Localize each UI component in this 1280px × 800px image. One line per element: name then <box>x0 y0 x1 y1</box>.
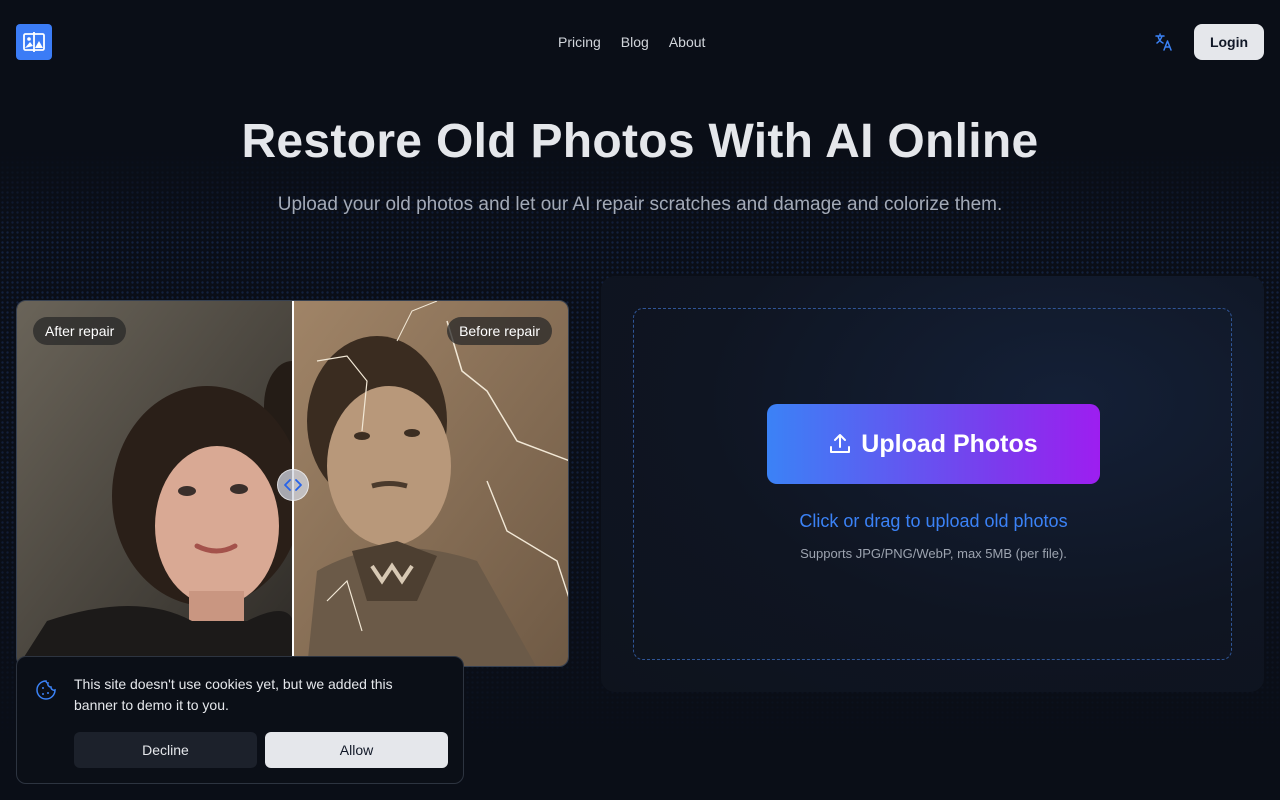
cookie-message: This site doesn't use cookies yet, but w… <box>74 676 393 713</box>
page-title: Restore Old Photos With AI Online <box>241 115 1039 168</box>
cookie-icon <box>36 680 56 700</box>
photo-compare-icon <box>23 32 45 52</box>
logo[interactable] <box>16 24 52 60</box>
translate-icon[interactable] <box>1154 32 1174 52</box>
upload-icon <box>830 434 851 453</box>
main-nav: Pricing Blog About <box>558 32 705 52</box>
upload-dropzone[interactable]: Upload Photos Click or drag to upload ol… <box>633 308 1232 660</box>
nav-about[interactable]: About <box>669 32 706 52</box>
decline-button[interactable]: Decline <box>74 732 257 768</box>
upload-photos-button[interactable]: Upload Photos <box>767 404 1100 484</box>
allow-button[interactable]: Allow <box>265 732 448 768</box>
slider-handle[interactable] <box>277 469 309 501</box>
supported-formats-text: Supports JPG/PNG/WebP, max 5MB (per file… <box>800 546 1067 561</box>
site-header: Pricing Blog About Login <box>0 0 1280 84</box>
after-repair-label: After repair <box>33 317 127 345</box>
upload-panel: Upload Photos Click or drag to upload ol… <box>601 276 1264 692</box>
before-repair-label: Before repair <box>447 317 552 345</box>
nav-pricing[interactable]: Pricing <box>558 32 601 52</box>
chevrons-horizontal-icon <box>284 479 302 491</box>
login-button[interactable]: Login <box>1194 24 1264 60</box>
before-after-slider[interactable]: After repair Before repair <box>16 300 569 667</box>
nav-blog[interactable]: Blog <box>621 32 649 52</box>
upload-button-label: Upload Photos <box>861 429 1038 458</box>
drag-upload-link[interactable]: Click or drag to upload old photos <box>634 511 1233 532</box>
cookie-banner: This site doesn't use cookies yet, but w… <box>16 656 464 784</box>
page-subtitle: Upload your old photos and let our AI re… <box>277 194 1003 215</box>
